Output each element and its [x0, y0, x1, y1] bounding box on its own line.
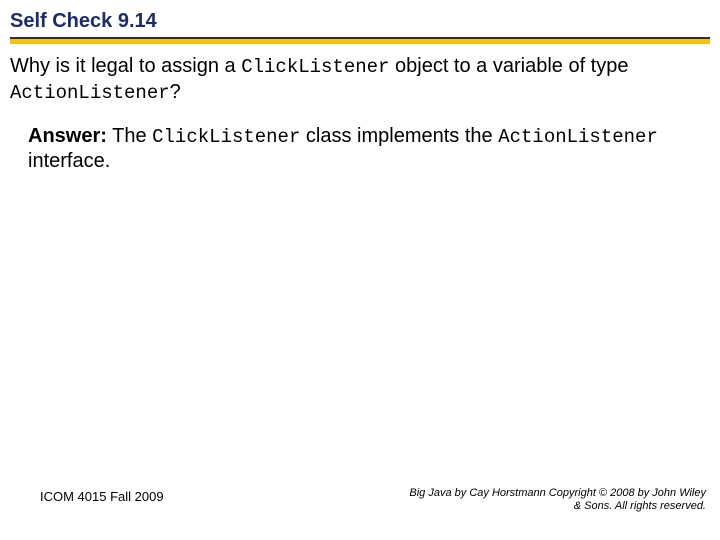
title-block: Self Check 9.14: [0, 0, 720, 44]
answer-pre: The: [107, 125, 152, 147]
footer-right: Big Java by Cay Horstmann Copyright © 20…: [409, 487, 706, 515]
footer-right-line2: & Sons. All rights reserved.: [574, 500, 706, 512]
footer-right-line1: Big Java by Cay Horstmann Copyright © 20…: [409, 487, 706, 499]
question-text: Why is it legal to assign a ClickListene…: [10, 54, 706, 106]
question-mid: object to a variable of type: [389, 55, 628, 77]
answer-text: Answer: The ClickListener class implemen…: [10, 124, 706, 175]
answer-post: interface.: [28, 150, 110, 172]
footer-left: ICOM 4015 Fall 2009: [40, 489, 164, 504]
slide-body: Why is it legal to assign a ClickListene…: [0, 44, 720, 174]
question-code2: ActionListener: [10, 82, 170, 104]
answer-code1: ClickListener: [152, 126, 300, 148]
question-post: ?: [170, 81, 181, 103]
answer-mid: class implements the: [300, 125, 498, 147]
answer-code2: ActionListener: [498, 126, 658, 148]
answer-label: Answer:: [28, 125, 107, 147]
slide-title: Self Check 9.14: [10, 10, 710, 33]
question-pre: Why is it legal to assign a: [10, 55, 241, 77]
slide: Self Check 9.14 Why is it legal to assig…: [0, 0, 720, 540]
question-code1: ClickListener: [241, 56, 389, 78]
